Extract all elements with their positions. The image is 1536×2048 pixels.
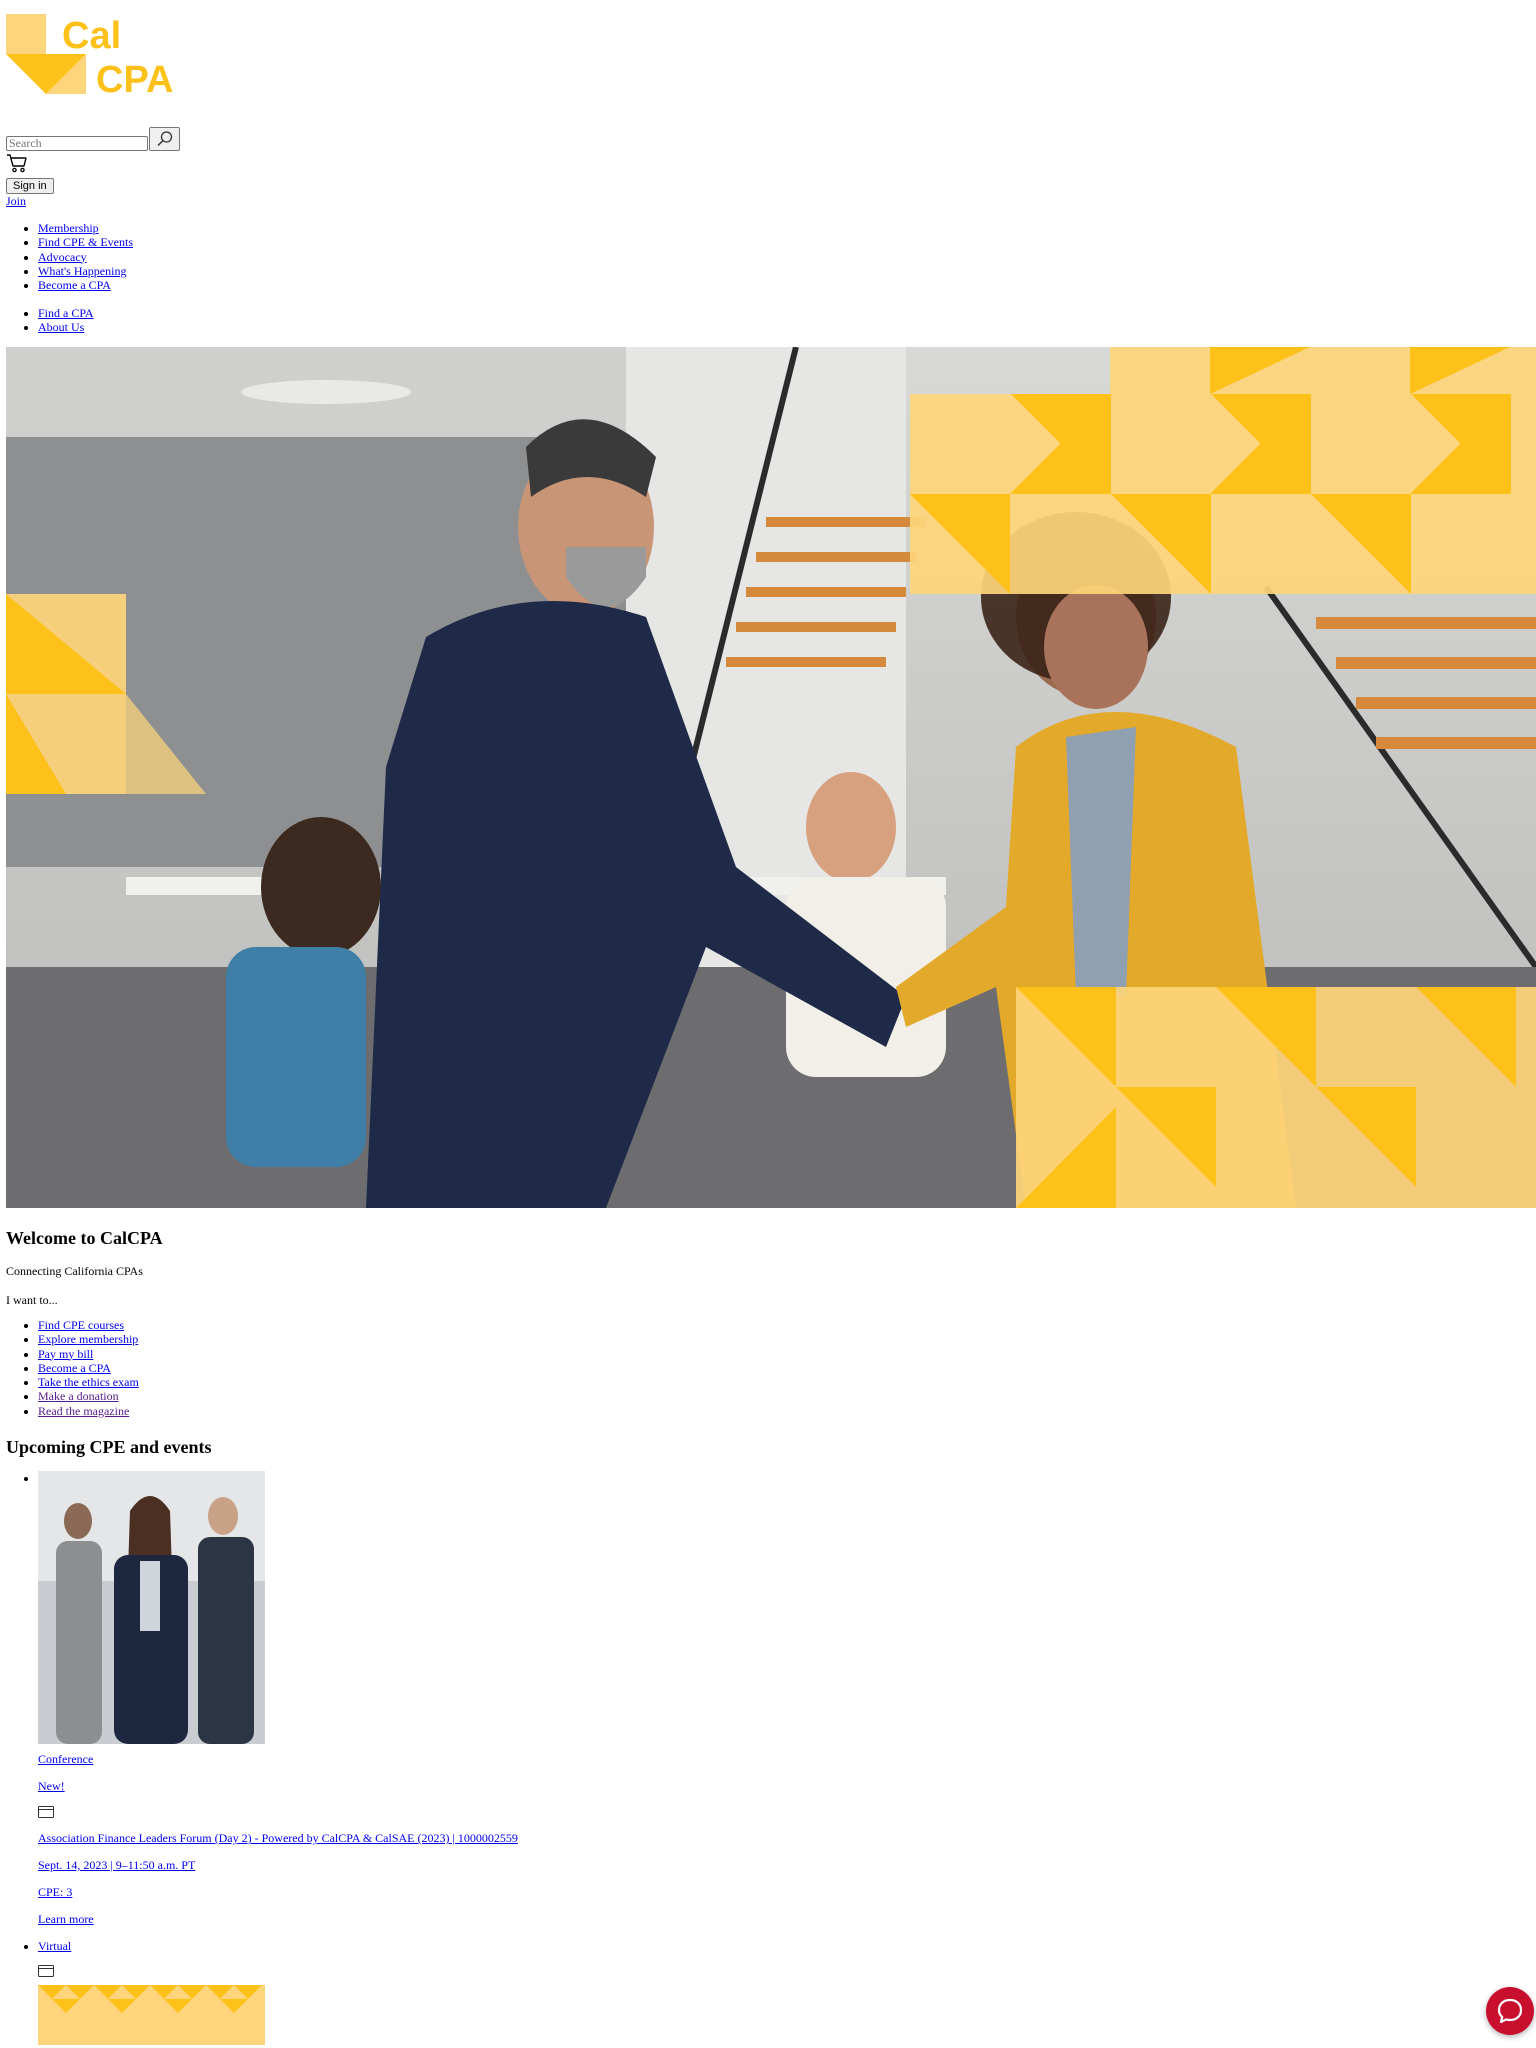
main-nav: Membership Find CPE & Events Advocacy Wh… [6,221,133,292]
search-button[interactable] [149,127,180,151]
learn-more-link[interactable]: Learn more [38,1912,94,1926]
nav-link-find-cpe[interactable]: Find CPE & Events [38,235,133,249]
search-icon [156,131,172,147]
list-item: Find CPE courses [38,1318,139,1332]
nav-link-whats-happening[interactable]: What's Happening [38,264,126,278]
quick-link-pay-bill[interactable]: Pay my bill [38,1347,93,1361]
search-bar [6,127,180,151]
event-image[interactable] [38,1985,265,2046]
quick-link-donation[interactable]: Make a donation [38,1389,119,1403]
list-item: Pay my bill [38,1347,139,1361]
list-item: Take the ethics exam [38,1375,139,1389]
event-card: Virtual [38,1939,518,1953]
event-image[interactable] [38,1471,265,1744]
search-input[interactable] [6,136,148,151]
event-cpe-link[interactable]: CPE: 3 [38,1885,72,1899]
hero-image [6,347,1536,1208]
calcpa-logo[interactable]: Cal CPA [6,14,186,104]
nav-link-membership[interactable]: Membership [38,221,99,235]
join-link[interactable]: Join [6,194,26,209]
chat-button[interactable] [1486,1987,1534,2035]
quick-link-explore-membership[interactable]: Explore membership [38,1332,138,1346]
i-want-to-label: I want to... [6,1293,58,1307]
event-details [38,1965,518,2046]
nav-item-advocacy: Advocacy [38,250,133,264]
list-item: Become a CPA [38,1361,139,1375]
nav-link-become-cpa[interactable]: Become a CPA [38,278,111,292]
event-details: Conference New! Association Finance Lead… [38,1752,518,1926]
events-list: Conference New! Association Finance Lead… [6,1471,518,2046]
list-item: Explore membership [38,1332,139,1346]
event-type-link[interactable]: Conference [38,1752,93,1766]
nav-item-find-cpe: Find CPE & Events [38,235,133,249]
svg-text:CPA: CPA [96,59,173,101]
event-type-link[interactable]: Virtual [38,1939,71,1953]
welcome-tagline: Connecting California CPAs [6,1264,143,1278]
card-icon [38,1965,54,1978]
event-title-link[interactable]: Association Finance Leaders Forum (Day 2… [38,1831,518,1845]
welcome-title: Welcome to CalCPA [6,1228,163,1248]
nav-item-whats-happening: What's Happening [38,264,133,278]
cart-icon[interactable] [6,152,28,174]
svg-text:Cal: Cal [62,15,121,57]
nav-link-about-us[interactable]: About Us [38,320,84,334]
quick-link-find-cpe[interactable]: Find CPE courses [38,1318,124,1332]
quick-link-magazine[interactable]: Read the magazine [38,1404,129,1418]
quick-links-list: Find CPE courses Explore membership Pay … [6,1318,139,1418]
event-date-link[interactable]: Sept. 14, 2023 | 9–11:50 a.m. PT [38,1858,195,1872]
events-section-title: Upcoming CPE and events [6,1437,212,1457]
nav-item-become-cpa: Become a CPA [38,278,133,292]
quick-link-ethics-exam[interactable]: Take the ethics exam [38,1375,139,1389]
list-item: Make a donation [38,1389,139,1403]
nav-item-find-cpa: Find a CPA [38,306,94,320]
nav-item-about-us: About Us [38,320,94,334]
sign-in-button[interactable]: Sign in [6,178,54,194]
nav-link-advocacy[interactable]: Advocacy [38,250,87,264]
quick-link-become-cpa[interactable]: Become a CPA [38,1361,111,1375]
nav-item-membership: Membership [38,221,133,235]
event-badge-link[interactable]: New! [38,1779,65,1793]
secondary-nav: Find a CPA About Us [6,306,94,335]
nav-link-find-cpa[interactable]: Find a CPA [38,306,94,320]
card-icon [38,1806,54,1818]
list-item: Read the magazine [38,1404,139,1418]
event-card [38,1471,518,1744]
chat-icon [1497,1998,1523,2024]
